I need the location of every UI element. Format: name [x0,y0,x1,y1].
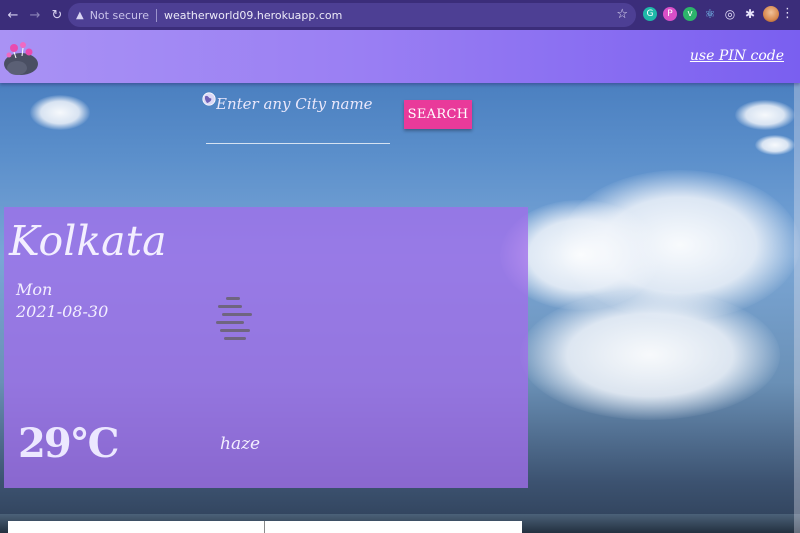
browser-menu-icon[interactable]: ⋮ [781,6,794,21]
warning-icon: ▲ [76,9,84,21]
panel-divider [264,521,265,533]
site-navbar: use PIN code [0,30,800,83]
forward-button[interactable]: → [26,6,44,24]
sky-cloud [735,100,795,130]
security-label: Not secure [89,8,150,22]
sky-cloud [520,290,780,420]
url-text: weatherworld09.herokuapp.com [164,8,343,22]
bookmark-star-icon[interactable]: ☆ [616,7,628,22]
weather-app-logo-icon [4,42,38,75]
haze-icon [216,297,252,340]
react-devtools-icon[interactable]: ⚛ [703,7,717,21]
temperature: 29°C [18,420,119,467]
address-bar[interactable]: ▲ Not secure weatherworld09.herokuapp.co… [68,3,636,27]
use-pin-code-link[interactable]: use PIN code [690,48,784,64]
circle-extension-icon[interactable]: ◎ [723,7,737,21]
weather-page: use PIN code SEARCH Kolkata Mon 2021-08-… [0,30,800,533]
extension-p-icon[interactable]: P [663,7,677,21]
shield-extension-icon[interactable]: v [683,7,697,21]
forecast-panel [8,521,522,533]
browser-toolbar: ← → ↻ ▲ Not secure weatherworld09.heroku… [0,0,800,30]
sky-cloud [755,135,795,155]
weather-card: Kolkata Mon 2021-08-30 29°C haze [4,207,528,488]
globe-icon [202,92,216,106]
address-divider [156,8,158,22]
city-search-form: SEARCH [200,90,480,150]
weather-day: Mon [16,280,53,299]
reload-button[interactable]: ↻ [48,6,66,24]
grammarly-extension-icon[interactable]: G [643,7,657,21]
weather-date: 2021-08-30 [16,302,109,321]
sky-cloud [30,95,90,130]
extensions-puzzle-icon[interactable]: ✱ [743,7,757,21]
profile-avatar[interactable] [763,6,779,22]
search-button[interactable]: SEARCH [404,100,472,129]
back-button[interactable]: ← [4,6,22,24]
city-name: Kolkata [9,217,167,265]
city-search-input[interactable] [206,90,390,144]
weather-condition: haze [220,434,261,454]
page-scrollbar[interactable] [794,30,800,533]
